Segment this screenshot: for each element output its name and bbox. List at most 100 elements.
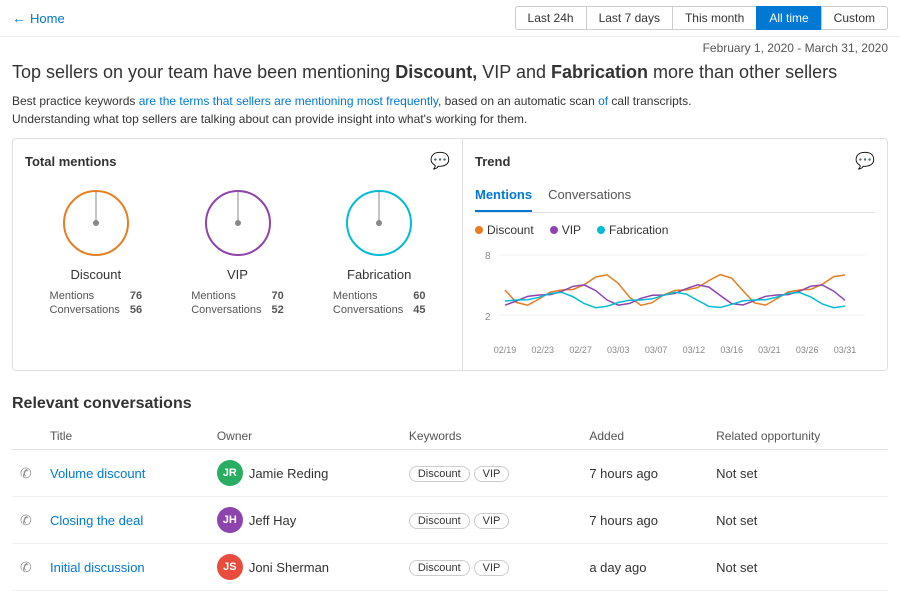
trend-title: Trend 💬 (475, 151, 875, 171)
time-filter-this-month[interactable]: This month (672, 6, 756, 30)
row-phone-icon: ✆ (12, 450, 42, 497)
trend-card: Trend 💬 MentionsConversations DiscountVI… (463, 139, 887, 370)
svg-text:03/31: 03/31 (834, 345, 857, 355)
col-icon (12, 423, 42, 450)
circle-stats-fabrication: Mentions60Conversations45 (308, 288, 450, 318)
circle-item-discount: Discount Mentions76Conversations56 (25, 183, 167, 318)
time-filter-last-24h[interactable]: Last 24h (515, 6, 586, 30)
back-link[interactable]: ← Home (12, 10, 65, 26)
owner-name: Jeff Hay (249, 513, 296, 528)
date-range: February 1, 2020 - March 31, 2020 (0, 37, 900, 57)
trend-tabs: Mentions Conversations (475, 183, 875, 213)
table-row: ✆ Volume discount JR Jamie Reding Discou… (12, 450, 888, 497)
headline-suffix: more than other sellers (648, 62, 837, 82)
row-keywords: DiscountVIP (401, 497, 582, 544)
svg-text:03/03: 03/03 (607, 345, 630, 355)
trend-chart: 8 2 02/19 02/23 02/27 03/03 03/07 03/12 03/16 0… (475, 245, 875, 355)
col-opportunity: Related opportunity (708, 423, 888, 450)
svg-text:03/21: 03/21 (758, 345, 781, 355)
time-filter-last-7-days[interactable]: Last 7 days (586, 6, 672, 30)
row-added: 7 hours ago (581, 497, 708, 544)
legend-dot-fabrication (597, 226, 605, 234)
svg-text:02/23: 02/23 (532, 345, 555, 355)
row-title[interactable]: Volume discount (42, 450, 209, 497)
keyword-tag: Discount (409, 513, 470, 529)
headline-and: and (511, 62, 551, 82)
circle-label-vip: VIP (167, 267, 309, 282)
conversations-body: ✆ Volume discount JR Jamie Reding Discou… (12, 450, 888, 591)
circle-svg-fabrication (339, 183, 419, 263)
owner-avatar: JS (217, 554, 243, 580)
headline-middle: VIP (477, 62, 511, 82)
circle-stats-vip: Mentions70Conversations52 (167, 288, 309, 318)
svg-text:03/07: 03/07 (645, 345, 668, 355)
table-row: ✆ Initial discussion JS Joni Sherman Dis… (12, 544, 888, 591)
total-mentions-title: Total mentions 💬 (25, 151, 450, 171)
row-phone-icon: ✆ (12, 544, 42, 591)
subtitle: Best practice keywords are the terms tha… (0, 88, 900, 138)
time-filter-custom[interactable]: Custom (821, 6, 888, 30)
table-header: Title Owner Keywords Added Related oppor… (12, 423, 888, 450)
circle-item-fabrication: Fabrication Mentions60Conversations45 (308, 183, 450, 318)
circle-label-discount: Discount (25, 267, 167, 282)
circle-stats-discount: Mentions76Conversations56 (25, 288, 167, 318)
keyword-tag: VIP (474, 513, 510, 529)
total-mentions-card: Total mentions 💬 Discount Mentions76Conve… (13, 139, 463, 370)
legend-item-fabrication: Fabrication (597, 223, 668, 237)
col-keywords: Keywords (401, 423, 582, 450)
row-opportunity: Not set (708, 450, 888, 497)
time-filter-all-time[interactable]: All time (756, 6, 820, 30)
owner-name: Joni Sherman (249, 560, 329, 575)
subtitle-text: Best practice keywords are the terms tha… (12, 94, 691, 108)
row-keywords: DiscountVIP (401, 450, 582, 497)
total-mentions-icon: 💬 (430, 151, 450, 171)
row-added: a day ago (581, 544, 708, 591)
svg-text:03/26: 03/26 (796, 345, 819, 355)
row-owner: JS Joni Sherman (209, 544, 401, 591)
svg-text:03/12: 03/12 (683, 345, 706, 355)
trend-tab-mentions[interactable]: Mentions (475, 183, 532, 212)
phone-icon: ✆ (20, 465, 32, 481)
keyword-tag: Discount (409, 466, 470, 482)
legend-item-discount: Discount (475, 223, 534, 237)
cards-row: Total mentions 💬 Discount Mentions76Conve… (12, 138, 888, 371)
phone-icon: ✆ (20, 559, 32, 575)
back-label: Home (30, 11, 65, 26)
svg-text:02/19: 02/19 (494, 345, 517, 355)
table-row: ✆ Closing the deal JH Jeff Hay DiscountV… (12, 497, 888, 544)
conversations-table-container: Title Owner Keywords Added Related oppor… (12, 423, 888, 591)
row-title[interactable]: Closing the deal (42, 497, 209, 544)
svg-text:2: 2 (485, 312, 491, 323)
trend-tab-conversations[interactable]: Conversations (548, 183, 631, 212)
col-owner: Owner (209, 423, 401, 450)
back-arrow-icon: ← (12, 10, 26, 26)
conversations-table: Title Owner Keywords Added Related oppor… (12, 423, 888, 591)
trend-chart-container: 8 2 02/19 02/23 02/27 03/03 03/07 03/12 03/16 0… (475, 245, 875, 358)
svg-text:8: 8 (485, 251, 491, 262)
row-owner: JH Jeff Hay (209, 497, 401, 544)
svg-text:02/27: 02/27 (569, 345, 592, 355)
headline-keyword1: Discount, (395, 62, 477, 82)
col-added: Added (581, 423, 708, 450)
row-owner: JR Jamie Reding (209, 450, 401, 497)
circles-row: Discount Mentions76Conversations56VIP Ment… (25, 183, 450, 318)
circle-label-fabrication: Fabrication (308, 267, 450, 282)
subtitle-line2: Understanding what top sellers are talki… (12, 110, 888, 128)
headline-keyword2: Fabrication (551, 62, 648, 82)
keyword-tag: VIP (474, 560, 510, 576)
headline: Top sellers on your team have been menti… (0, 57, 900, 88)
subtitle-line1: Best practice keywords are the terms tha… (12, 92, 888, 110)
headline-prefix: Top sellers on your team have been menti… (12, 62, 395, 82)
svg-text:03/16: 03/16 (720, 345, 743, 355)
time-filter-group: Last 24hLast 7 daysThis monthAll timeCus… (515, 6, 888, 30)
keyword-tag: Discount (409, 560, 470, 576)
total-mentions-label: Total mentions (25, 154, 116, 169)
circle-item-vip: VIP Mentions70Conversations52 (167, 183, 309, 318)
legend-dot-discount (475, 226, 483, 234)
trend-label: Trend (475, 154, 510, 169)
owner-avatar: JR (217, 460, 243, 486)
row-keywords: DiscountVIP (401, 544, 582, 591)
row-title[interactable]: Initial discussion (42, 544, 209, 591)
owner-name: Jamie Reding (249, 466, 329, 481)
owner-avatar: JH (217, 507, 243, 533)
